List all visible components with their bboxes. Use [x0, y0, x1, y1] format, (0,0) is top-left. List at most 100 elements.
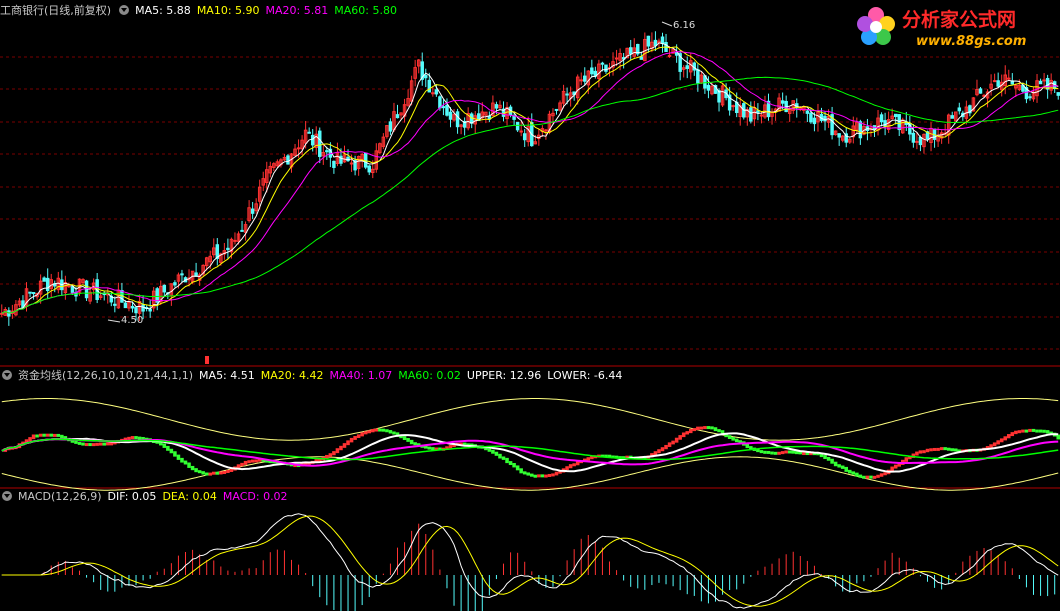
- signal-step: [247, 460, 251, 464]
- candle-body: [70, 286, 75, 293]
- candle-body: [130, 305, 135, 309]
- signal-step: [855, 472, 859, 477]
- signal-step: [526, 472, 530, 476]
- signal-step: [999, 438, 1004, 443]
- candle-body: [759, 114, 764, 117]
- candle-body: [628, 47, 633, 55]
- signal-step: [787, 450, 792, 454]
- candle-body: [614, 57, 619, 60]
- signal-step: [197, 470, 202, 474]
- dea-readout: DEA: 0.04: [162, 490, 217, 503]
- signal-step: [706, 426, 711, 430]
- signal-step: [851, 471, 856, 475]
- signal-step: [332, 451, 336, 456]
- candle-body: [653, 39, 658, 47]
- signal-step: [823, 455, 827, 460]
- signal-step: [547, 473, 552, 477]
- candle-body: [519, 130, 523, 133]
- signal-step: [858, 474, 863, 478]
- signal-step: [402, 436, 407, 441]
- dropdown-icon[interactable]: [2, 370, 12, 380]
- candle-body: [646, 35, 651, 47]
- signal-step: [572, 463, 576, 467]
- candle-body: [31, 292, 36, 295]
- candle-body: [180, 273, 184, 276]
- signal-step: [1042, 429, 1046, 433]
- signal-step: [49, 433, 53, 437]
- signal-step: [530, 473, 534, 477]
- signal-step: [501, 456, 506, 460]
- signal-step: [943, 447, 947, 451]
- signal-step: [74, 440, 78, 444]
- signal-step: [381, 428, 386, 432]
- signal-step: [243, 460, 248, 465]
- signal-step: [378, 428, 382, 432]
- signal-step: [406, 438, 410, 442]
- ma10-readout: MA10: 5.90: [196, 4, 260, 17]
- signal-step: [664, 444, 668, 450]
- signal-step: [833, 461, 838, 467]
- main-chart-header: 工商银行(日线,前复权) MA5: 5.88 MA10: 5.90 MA20: 5.8…: [0, 3, 403, 19]
- candle-body: [696, 69, 700, 84]
- signal-step: [512, 463, 516, 468]
- signal-step: [932, 447, 937, 451]
- signal-step: [1031, 428, 1036, 432]
- candle-body: [858, 121, 863, 139]
- signal-step: [770, 451, 774, 455]
- low-marker: [107, 319, 121, 323]
- candle-body: [893, 113, 898, 118]
- candle-body: [731, 105, 735, 108]
- candle-body: [600, 62, 605, 65]
- signal-step: [77, 441, 82, 445]
- candle-body: [141, 304, 145, 312]
- signal-step: [922, 450, 926, 454]
- candle-body: [992, 80, 997, 83]
- indicator-title: 资金均线(12,26,10,10,21,44,1,1): [18, 369, 194, 382]
- signal-step: [498, 453, 502, 459]
- candle-body: [749, 107, 753, 122]
- candle-body: [318, 130, 322, 157]
- indicator-header: 资金均线(12,26,10,10,21,44,1,1) MA5: 4.51 MA20…: [0, 368, 628, 384]
- signal-step: [35, 434, 39, 438]
- candle-body: [310, 134, 315, 146]
- upper-band: [1, 398, 1059, 441]
- ind-ma20-readout: MA20: 4.42: [260, 369, 324, 382]
- candle-body: [455, 111, 460, 128]
- signal-step: [791, 450, 795, 454]
- signal-step: [925, 448, 930, 453]
- signal-step: [872, 475, 877, 479]
- ma5-readout: MA5: 5.88: [135, 4, 191, 17]
- signal-step: [180, 457, 184, 463]
- signal-step: [544, 474, 548, 478]
- dropdown-icon[interactable]: [119, 5, 130, 15]
- signal-step: [102, 442, 106, 446]
- signal-step: [226, 469, 230, 473]
- signal-step: [996, 440, 1000, 445]
- signal-step: [689, 428, 693, 434]
- signal-step: [254, 459, 258, 463]
- signal-step: [130, 436, 135, 440]
- signal-step: [38, 433, 43, 437]
- signal-step: [1010, 432, 1015, 437]
- signal-step: [763, 450, 767, 454]
- macd-title: MACD(12,26,9): [18, 490, 102, 503]
- signal-step: [759, 450, 764, 454]
- signal-step: [134, 436, 138, 440]
- candle-body: [897, 114, 901, 131]
- upper-readout: UPPER: 12.96: [466, 369, 542, 382]
- signal-step: [371, 428, 375, 433]
- signal-step: [950, 448, 954, 452]
- signal-step: [946, 447, 951, 451]
- signal-step: [586, 457, 591, 461]
- signal-step: [84, 443, 89, 447]
- candle-body: [448, 111, 453, 120]
- signal-step: [342, 443, 347, 448]
- signal-step: [915, 451, 919, 456]
- candle-body: [579, 79, 583, 82]
- signal-step: [42, 433, 46, 437]
- signal-step: [660, 447, 665, 452]
- signal-step: [339, 445, 343, 451]
- ma60-line: [1, 76, 1059, 314]
- signal-step: [862, 475, 866, 479]
- dropdown-icon[interactable]: [2, 491, 12, 501]
